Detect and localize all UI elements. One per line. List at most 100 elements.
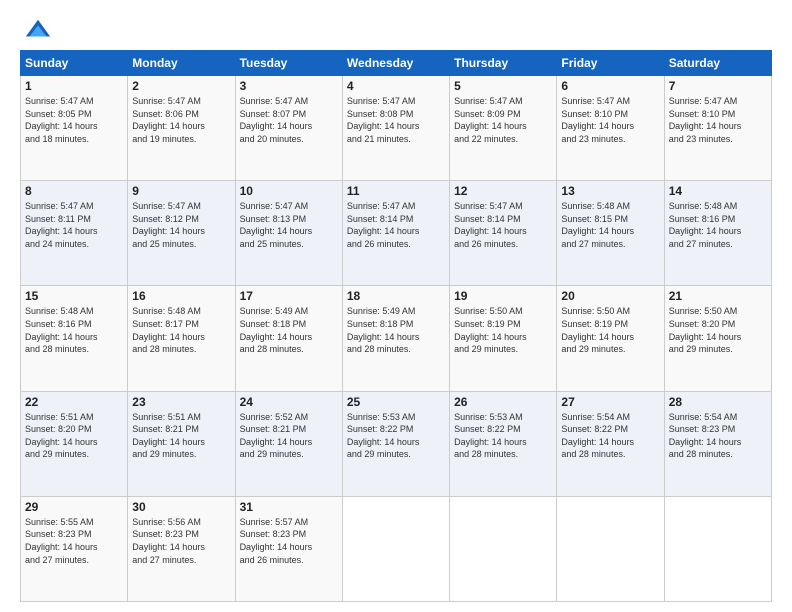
day-number: 13 bbox=[561, 184, 659, 198]
day-number: 4 bbox=[347, 79, 445, 93]
calendar-week-row: 15 Sunrise: 5:48 AMSunset: 8:16 PMDayligh… bbox=[21, 286, 772, 391]
logo bbox=[20, 16, 52, 44]
calendar-cell: 31 Sunrise: 5:57 AMSunset: 8:23 PMDayligh… bbox=[235, 496, 342, 601]
calendar-cell: 5Sunrise: 5:47 AMSunset: 8:09 PMDaylight… bbox=[450, 76, 557, 181]
day-number: 23 bbox=[132, 395, 230, 409]
weekday-header: Tuesday bbox=[235, 51, 342, 76]
day-number: 7 bbox=[669, 79, 767, 93]
calendar-cell: 26 Sunrise: 5:53 AMSunset: 8:22 PMDayligh… bbox=[450, 391, 557, 496]
calendar-header: SundayMondayTuesdayWednesdayThursdayFrid… bbox=[21, 51, 772, 76]
day-number: 14 bbox=[669, 184, 767, 198]
cell-daylight-info: Sunrise: 5:54 AMSunset: 8:23 PMDaylight:… bbox=[669, 411, 767, 461]
day-number: 16 bbox=[132, 289, 230, 303]
cell-daylight-info: Sunrise: 5:50 AMSunset: 8:20 PMDaylight:… bbox=[669, 305, 767, 355]
calendar-cell: 4 Sunrise: 5:47 AMSunset: 8:08 PMDaylight… bbox=[342, 76, 449, 181]
weekday-header: Monday bbox=[128, 51, 235, 76]
cell-daylight-info: Sunrise: 5:53 AMSunset: 8:22 PMDaylight:… bbox=[454, 411, 552, 461]
cell-daylight-info: Sunrise: 5:52 AMSunset: 8:21 PMDaylight:… bbox=[240, 411, 338, 461]
calendar-cell: 10 Sunrise: 5:47 AMSunset: 8:13 PMDayligh… bbox=[235, 181, 342, 286]
day-number: 6 bbox=[561, 79, 659, 93]
weekday-header: Thursday bbox=[450, 51, 557, 76]
calendar-cell: 11 Sunrise: 5:47 AMSunset: 8:14 PMDayligh… bbox=[342, 181, 449, 286]
day-number: 2 bbox=[132, 79, 230, 93]
calendar-cell: 12Sunrise: 5:47 AMSunset: 8:14 PMDayligh… bbox=[450, 181, 557, 286]
cell-daylight-info: Sunrise: 5:50 AMSunset: 8:19 PMDaylight:… bbox=[454, 305, 552, 355]
day-number: 29 bbox=[25, 500, 123, 514]
day-number: 28 bbox=[669, 395, 767, 409]
calendar-week-row: 22 Sunrise: 5:51 AMSunset: 8:20 PMDayligh… bbox=[21, 391, 772, 496]
cell-daylight-info: Sunrise: 5:53 AMSunset: 8:22 PMDaylight:… bbox=[347, 411, 445, 461]
cell-daylight-info: Sunrise: 5:49 AMSunset: 8:18 PMDaylight:… bbox=[240, 305, 338, 355]
day-number: 1 bbox=[25, 79, 123, 93]
calendar-cell: 3Sunrise: 5:47 AMSunset: 8:07 PMDaylight… bbox=[235, 76, 342, 181]
calendar-body: 1 Sunrise: 5:47 AMSunset: 8:05 PMDaylight… bbox=[21, 76, 772, 602]
day-number: 20 bbox=[561, 289, 659, 303]
day-number: 31 bbox=[240, 500, 338, 514]
cell-daylight-info: Sunrise: 5:47 AMSunset: 8:06 PMDaylight:… bbox=[132, 95, 230, 145]
cell-daylight-info: Sunrise: 5:48 AMSunset: 8:16 PMDaylight:… bbox=[25, 305, 123, 355]
day-number: 26 bbox=[454, 395, 552, 409]
calendar-cell bbox=[450, 496, 557, 601]
calendar-cell: 20 Sunrise: 5:50 AMSunset: 8:19 PMDayligh… bbox=[557, 286, 664, 391]
calendar-week-row: 1 Sunrise: 5:47 AMSunset: 8:05 PMDaylight… bbox=[21, 76, 772, 181]
day-number: 17 bbox=[240, 289, 338, 303]
calendar-cell: 2 Sunrise: 5:47 AMSunset: 8:06 PMDaylight… bbox=[128, 76, 235, 181]
day-number: 19 bbox=[454, 289, 552, 303]
day-number: 8 bbox=[25, 184, 123, 198]
calendar-cell: 29 Sunrise: 5:55 AMSunset: 8:23 PMDayligh… bbox=[21, 496, 128, 601]
calendar-cell bbox=[342, 496, 449, 601]
calendar-cell: 30 Sunrise: 5:56 AMSunset: 8:23 PMDayligh… bbox=[128, 496, 235, 601]
cell-daylight-info: Sunrise: 5:47 AMSunset: 8:10 PMDaylight:… bbox=[669, 95, 767, 145]
cell-daylight-info: Sunrise: 5:47 AMSunset: 8:08 PMDaylight:… bbox=[347, 95, 445, 145]
calendar-cell: 28 Sunrise: 5:54 AMSunset: 8:23 PMDayligh… bbox=[664, 391, 771, 496]
weekday-header: Sunday bbox=[21, 51, 128, 76]
calendar-cell bbox=[557, 496, 664, 601]
calendar-page: SundayMondayTuesdayWednesdayThursdayFrid… bbox=[0, 0, 792, 612]
calendar-cell: 1 Sunrise: 5:47 AMSunset: 8:05 PMDaylight… bbox=[21, 76, 128, 181]
calendar-cell: 9Sunrise: 5:47 AMSunset: 8:12 PMDaylight… bbox=[128, 181, 235, 286]
cell-daylight-info: Sunrise: 5:50 AMSunset: 8:19 PMDaylight:… bbox=[561, 305, 659, 355]
calendar-cell: 22 Sunrise: 5:51 AMSunset: 8:20 PMDayligh… bbox=[21, 391, 128, 496]
calendar-cell: 17 Sunrise: 5:49 AMSunset: 8:18 PMDayligh… bbox=[235, 286, 342, 391]
day-number: 21 bbox=[669, 289, 767, 303]
weekday-header: Saturday bbox=[664, 51, 771, 76]
day-number: 11 bbox=[347, 184, 445, 198]
calendar-cell: 15 Sunrise: 5:48 AMSunset: 8:16 PMDayligh… bbox=[21, 286, 128, 391]
day-number: 18 bbox=[347, 289, 445, 303]
cell-daylight-info: Sunrise: 5:47 AMSunset: 8:10 PMDaylight:… bbox=[561, 95, 659, 145]
weekday-header: Wednesday bbox=[342, 51, 449, 76]
calendar-cell: 16 Sunrise: 5:48 AMSunset: 8:17 PMDayligh… bbox=[128, 286, 235, 391]
calendar-cell: 27Sunrise: 5:54 AMSunset: 8:22 PMDayligh… bbox=[557, 391, 664, 496]
calendar-table: SundayMondayTuesdayWednesdayThursdayFrid… bbox=[20, 50, 772, 602]
cell-daylight-info: Sunrise: 5:47 AMSunset: 8:14 PMDaylight:… bbox=[347, 200, 445, 250]
calendar-cell: 24 Sunrise: 5:52 AMSunset: 8:21 PMDayligh… bbox=[235, 391, 342, 496]
header bbox=[20, 16, 772, 44]
cell-daylight-info: Sunrise: 5:51 AMSunset: 8:20 PMDaylight:… bbox=[25, 411, 123, 461]
cell-daylight-info: Sunrise: 5:56 AMSunset: 8:23 PMDaylight:… bbox=[132, 516, 230, 566]
calendar-cell: 18 Sunrise: 5:49 AMSunset: 8:18 PMDayligh… bbox=[342, 286, 449, 391]
weekday-row: SundayMondayTuesdayWednesdayThursdayFrid… bbox=[21, 51, 772, 76]
day-number: 10 bbox=[240, 184, 338, 198]
day-number: 12 bbox=[454, 184, 552, 198]
day-number: 15 bbox=[25, 289, 123, 303]
calendar-cell: 6 Sunrise: 5:47 AMSunset: 8:10 PMDaylight… bbox=[557, 76, 664, 181]
day-number: 24 bbox=[240, 395, 338, 409]
calendar-cell: 8 Sunrise: 5:47 AMSunset: 8:11 PMDaylight… bbox=[21, 181, 128, 286]
day-number: 22 bbox=[25, 395, 123, 409]
cell-daylight-info: Sunrise: 5:49 AMSunset: 8:18 PMDaylight:… bbox=[347, 305, 445, 355]
cell-daylight-info: Sunrise: 5:47 AMSunset: 8:13 PMDaylight:… bbox=[240, 200, 338, 250]
cell-daylight-info: Sunrise: 5:48 AMSunset: 8:17 PMDaylight:… bbox=[132, 305, 230, 355]
day-number: 27 bbox=[561, 395, 659, 409]
cell-daylight-info: Sunrise: 5:57 AMSunset: 8:23 PMDaylight:… bbox=[240, 516, 338, 566]
cell-daylight-info: Sunrise: 5:47 AMSunset: 8:11 PMDaylight:… bbox=[25, 200, 123, 250]
day-number: 5 bbox=[454, 79, 552, 93]
calendar-cell: 25Sunrise: 5:53 AMSunset: 8:22 PMDayligh… bbox=[342, 391, 449, 496]
cell-daylight-info: Sunrise: 5:55 AMSunset: 8:23 PMDaylight:… bbox=[25, 516, 123, 566]
calendar-cell bbox=[664, 496, 771, 601]
calendar-cell: 13Sunrise: 5:48 AMSunset: 8:15 PMDayligh… bbox=[557, 181, 664, 286]
calendar-cell: 19 Sunrise: 5:50 AMSunset: 8:19 PMDayligh… bbox=[450, 286, 557, 391]
calendar-cell: 21 Sunrise: 5:50 AMSunset: 8:20 PMDayligh… bbox=[664, 286, 771, 391]
cell-daylight-info: Sunrise: 5:47 AMSunset: 8:05 PMDaylight:… bbox=[25, 95, 123, 145]
day-number: 30 bbox=[132, 500, 230, 514]
cell-daylight-info: Sunrise: 5:51 AMSunset: 8:21 PMDaylight:… bbox=[132, 411, 230, 461]
